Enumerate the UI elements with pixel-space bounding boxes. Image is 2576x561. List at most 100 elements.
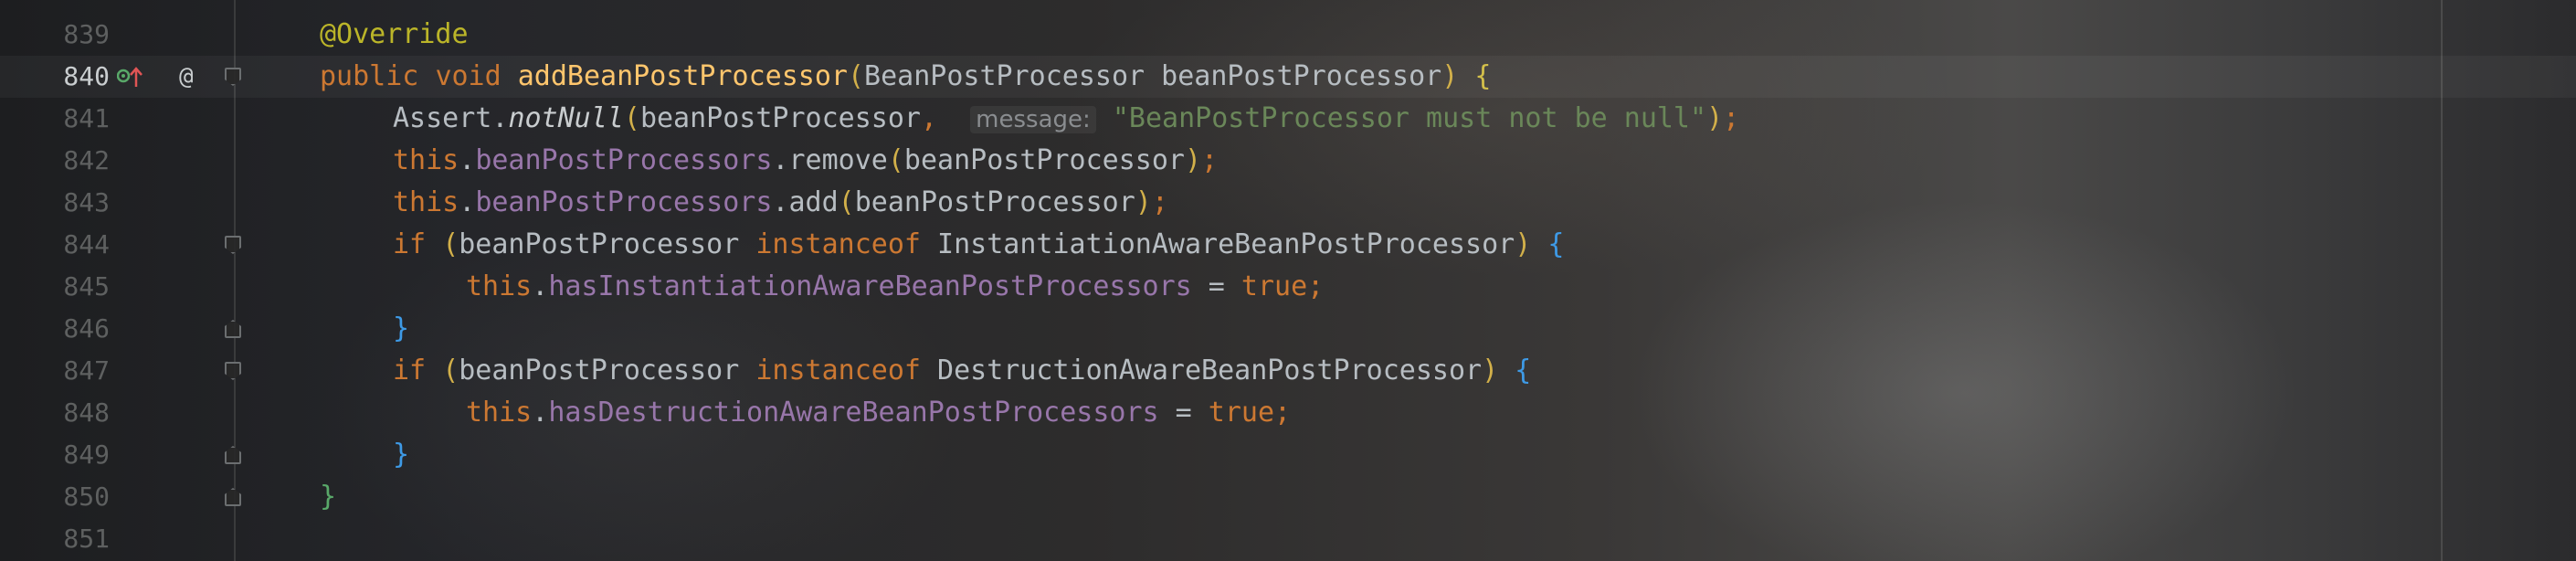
code-text[interactable]: public void addBeanPostProcessor(BeanPos… bbox=[320, 56, 1491, 98]
code-text[interactable]: @Override bbox=[320, 14, 469, 56]
brace-close: } bbox=[393, 312, 410, 344]
line-number[interactable]: 846 bbox=[37, 308, 110, 350]
brace-close: } bbox=[393, 439, 410, 471]
code-line[interactable]: 844 if (beanPostProcessor instanceof Ins… bbox=[0, 224, 2576, 266]
keyword-public: public bbox=[320, 60, 419, 92]
keyword-this: this bbox=[393, 186, 459, 218]
arg-ref: beanPostProcessor bbox=[639, 102, 921, 134]
type-ref: InstantiationAwareBeanPostProcessor bbox=[937, 228, 1515, 260]
brace-open: { bbox=[1515, 355, 1532, 386]
param-name: beanPostProcessor bbox=[1161, 60, 1442, 92]
semicolon: ; bbox=[1151, 186, 1168, 218]
arg-ref: beanPostProcessor bbox=[854, 186, 1135, 218]
code-text[interactable]: Assert.notNull(beanPostProcessor, messag… bbox=[393, 98, 1739, 140]
paren-open: ( bbox=[442, 228, 459, 260]
param-type: BeanPostProcessor bbox=[864, 60, 1145, 92]
code-line[interactable]: 849 } bbox=[0, 434, 2576, 476]
paren-open: ( bbox=[887, 144, 904, 176]
type-ref: DestructionAwareBeanPostProcessor bbox=[937, 355, 1483, 386]
fold-open-icon[interactable] bbox=[225, 68, 241, 86]
line-number[interactable]: 841 bbox=[37, 98, 110, 140]
line-number[interactable]: 851 bbox=[37, 518, 110, 560]
fold-end-icon[interactable] bbox=[225, 320, 241, 338]
line-number[interactable]: 842 bbox=[37, 140, 110, 182]
code-line[interactable]: 846 } bbox=[0, 308, 2576, 350]
arg-ref: beanPostProcessor bbox=[903, 144, 1185, 176]
annotation-token: @Override bbox=[320, 18, 469, 50]
method-name: addBeanPostProcessor bbox=[517, 60, 848, 92]
code-line[interactable]: 843 this.beanPostProcessors.add(beanPost… bbox=[0, 182, 2576, 224]
semicolon: ; bbox=[1307, 270, 1325, 302]
fold-end-icon[interactable] bbox=[225, 488, 241, 506]
method-call: add bbox=[788, 186, 839, 218]
line-number[interactable]: 840 bbox=[37, 56, 110, 98]
class-ref: Assert bbox=[393, 102, 492, 134]
line-number[interactable]: 848 bbox=[37, 392, 110, 434]
paren-open: ( bbox=[847, 60, 865, 92]
line-number[interactable]: 849 bbox=[37, 434, 110, 476]
code-line[interactable]: 848 this.hasDestructionAwareBeanPostProc… bbox=[0, 392, 2576, 434]
paren-close: ) bbox=[1184, 144, 1202, 176]
field-ref: hasInstantiationAwareBeanPostProcessors bbox=[548, 270, 1192, 302]
keyword-void: void bbox=[435, 60, 501, 92]
keyword-if: if bbox=[393, 228, 427, 260]
code-text[interactable]: this.hasInstantiationAwareBeanPostProces… bbox=[466, 266, 1324, 308]
keyword-instanceof: instanceof bbox=[755, 355, 921, 386]
code-line[interactable]: 851 bbox=[0, 518, 2576, 560]
fold-end-icon[interactable] bbox=[225, 446, 241, 464]
code-text[interactable]: } bbox=[393, 434, 409, 476]
code-text[interactable]: this.beanPostProcessors.remove(beanPostP… bbox=[393, 140, 1218, 182]
code-text[interactable]: } bbox=[320, 476, 336, 518]
fold-open-icon[interactable] bbox=[225, 236, 241, 254]
annotation-marker-icon[interactable]: @ bbox=[179, 56, 194, 98]
paren-open: ( bbox=[838, 186, 855, 218]
field-ref: beanPostProcessors bbox=[475, 144, 773, 176]
code-line[interactable]: 841 Assert.notNull(beanPostProcessor, me… bbox=[0, 98, 2576, 140]
keyword-this: this bbox=[393, 144, 459, 176]
field-ref: hasDestructionAwareBeanPostProcessors bbox=[548, 397, 1159, 429]
line-number[interactable]: 847 bbox=[37, 350, 110, 392]
keyword-this: this bbox=[466, 397, 533, 429]
line-number[interactable]: 844 bbox=[37, 224, 110, 266]
line-number[interactable]: 843 bbox=[37, 182, 110, 224]
keyword-true: true bbox=[1240, 270, 1308, 302]
keyword-this: this bbox=[466, 270, 533, 302]
code-line[interactable]: 850 } bbox=[0, 476, 2576, 518]
code-text[interactable]: this.beanPostProcessors.add(beanPostProc… bbox=[393, 182, 1168, 224]
paren-close: ) bbox=[1706, 102, 1724, 134]
code-editor[interactable]: 839 @Override 840 @ public void addBeanP… bbox=[0, 0, 2576, 561]
brace-open: { bbox=[1547, 228, 1565, 260]
paren-open: ( bbox=[623, 102, 640, 134]
code-text[interactable]: } bbox=[393, 308, 409, 350]
semicolon: ; bbox=[1201, 144, 1219, 176]
brace-open: { bbox=[1474, 60, 1492, 92]
semicolon: ; bbox=[1274, 397, 1292, 429]
paren-open: ( bbox=[442, 355, 459, 386]
comma: , bbox=[920, 102, 938, 134]
static-method-call: notNull bbox=[508, 102, 624, 134]
code-text[interactable]: this.hasDestructionAwareBeanPostProcesso… bbox=[466, 392, 1291, 434]
field-ref: beanPostProcessors bbox=[475, 186, 773, 218]
var-ref: beanPostProcessor bbox=[459, 355, 740, 386]
code-text[interactable]: if (beanPostProcessor instanceof Instant… bbox=[393, 224, 1564, 266]
var-ref: beanPostProcessor bbox=[459, 228, 740, 260]
paren-close: ) bbox=[1441, 60, 1459, 92]
code-line-current[interactable]: 840 @ public void addBeanPostProcessor(B… bbox=[0, 56, 2576, 98]
semicolon: ; bbox=[1723, 102, 1740, 134]
string-literal: "BeanPostProcessor must not be null" bbox=[1112, 102, 1707, 134]
code-line[interactable]: 839 @Override bbox=[0, 14, 2576, 56]
code-line[interactable]: 842 this.beanPostProcessors.remove(beanP… bbox=[0, 140, 2576, 182]
code-text[interactable]: if (beanPostProcessor instanceof Destruc… bbox=[393, 350, 1531, 392]
code-line[interactable]: 847 if (beanPostProcessor instanceof Des… bbox=[0, 350, 2576, 392]
method-call: remove bbox=[788, 144, 888, 176]
keyword-if: if bbox=[393, 355, 427, 386]
line-number[interactable]: 850 bbox=[37, 476, 110, 518]
fold-open-icon[interactable] bbox=[225, 362, 241, 380]
line-number[interactable]: 845 bbox=[37, 266, 110, 308]
parameter-hint: message: bbox=[970, 106, 1096, 133]
paren-close: ) bbox=[1515, 228, 1532, 260]
paren-close: ) bbox=[1482, 355, 1499, 386]
line-number[interactable]: 839 bbox=[37, 14, 110, 56]
code-line[interactable]: 845 this.hasInstantiationAwareBeanPostPr… bbox=[0, 266, 2576, 308]
overrides-up-arrow-icon[interactable] bbox=[116, 65, 144, 89]
